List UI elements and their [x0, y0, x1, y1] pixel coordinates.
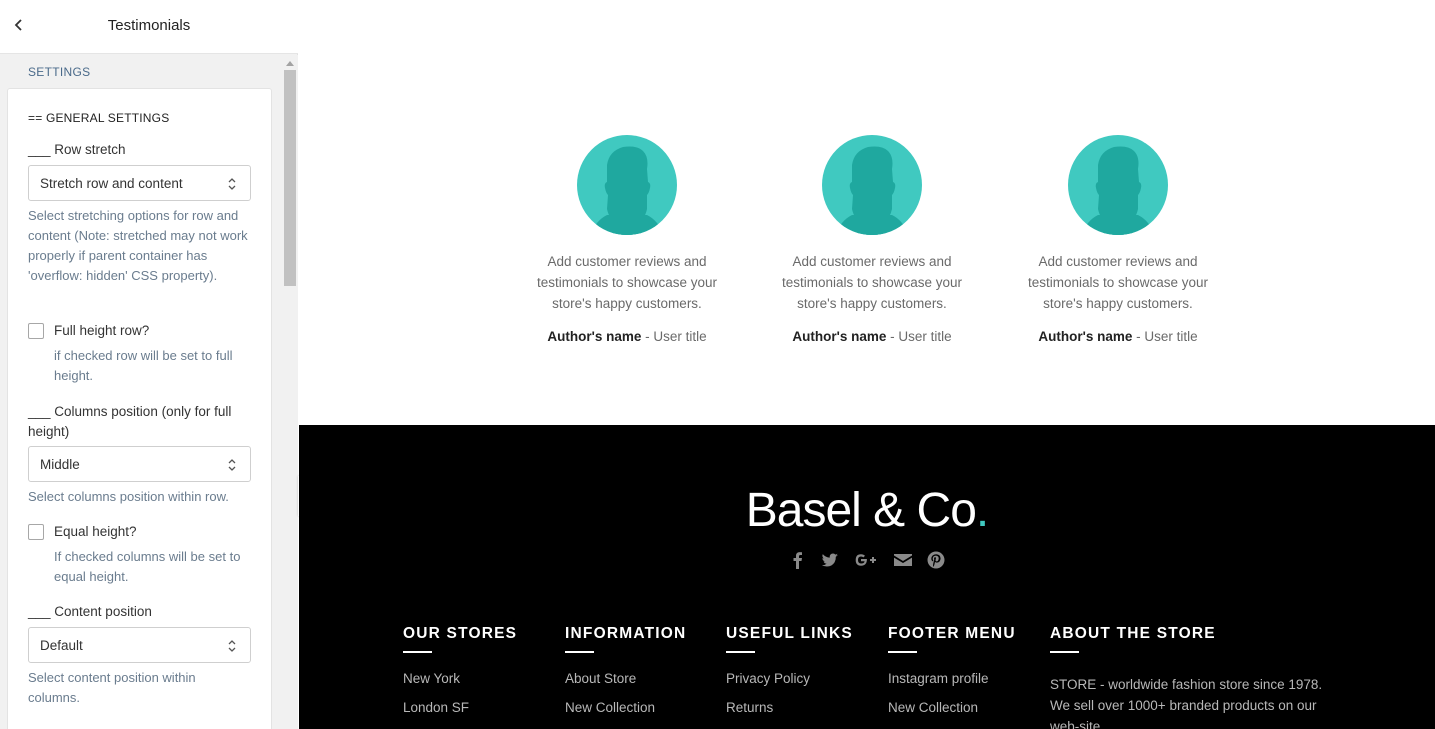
testimonial-card: Add customer reviews and testimonials to…	[522, 135, 732, 344]
footer-column-our-stores: OUR STORES New York London SF	[403, 625, 518, 715]
footer-column-title: INFORMATION	[565, 625, 687, 642]
title-underline	[565, 651, 594, 653]
brand-logo[interactable]: Basel & Co.	[299, 483, 1435, 538]
scrollbar-thumb[interactable]	[284, 70, 296, 286]
title-underline	[403, 651, 432, 653]
site-footer: Basel & Co. OUR STORES New York London S…	[299, 425, 1435, 729]
footer-column-useful-links: USEFUL LINKS Privacy Policy Returns	[726, 625, 853, 715]
columns-position-select[interactable]: Middle	[28, 446, 251, 482]
avatar	[1068, 135, 1168, 235]
title-underline	[1050, 651, 1079, 653]
row-stretch-label: ___ Row stretch	[28, 142, 126, 157]
row-stretch-help: Select stretching options for row and co…	[28, 208, 248, 283]
equal-height-help: If checked columns will be set to equal …	[54, 549, 241, 584]
title-underline	[726, 651, 755, 653]
twitter-icon[interactable]	[821, 551, 839, 569]
content-position-help: Select content position within columns.	[28, 670, 196, 705]
select-arrows-icon	[228, 639, 236, 653]
content-position-label: ___ Content position	[28, 604, 152, 619]
footer-link[interactable]: New Collection	[888, 700, 978, 715]
content-position-select[interactable]: Default	[28, 627, 251, 663]
footer-column-information: INFORMATION About Store New Collection	[565, 625, 687, 715]
preview-area: Add customer reviews and testimonials to…	[299, 0, 1435, 425]
footer-link[interactable]: New Collection	[565, 700, 655, 715]
testimonial-card: Add customer reviews and testimonials to…	[1013, 135, 1223, 344]
row-stretch-value: Stretch row and content	[40, 176, 183, 191]
footer-column-title: ABOUT THE STORE	[1050, 625, 1216, 642]
user-silhouette-icon	[591, 146, 663, 235]
google-plus-icon[interactable]	[853, 551, 879, 569]
testimonial-card: Add customer reviews and testimonials to…	[767, 135, 977, 344]
footer-column-title: FOOTER MENU	[888, 625, 1016, 642]
full-height-checkbox[interactable]	[28, 323, 44, 339]
equal-height-checkbox[interactable]	[28, 524, 44, 540]
columns-position-label: ___ Columns position (only for full heig…	[28, 404, 232, 439]
scroll-up-arrow-icon[interactable]	[286, 61, 294, 66]
about-store-text: STORE - worldwide fashion store since 19…	[1050, 677, 1323, 729]
columns-position-value: Middle	[40, 457, 80, 472]
avatar	[822, 135, 922, 235]
user-silhouette-icon	[1082, 146, 1154, 235]
footer-column-title: USEFUL LINKS	[726, 625, 853, 642]
testimonial-text: Add customer reviews and testimonials to…	[1027, 254, 1209, 311]
footer-column-about: ABOUT THE STORE STORE - worldwide fashio…	[1050, 625, 1322, 729]
social-icons	[299, 551, 1435, 569]
testimonial-text: Add customer reviews and testimonials to…	[536, 254, 718, 311]
content-position-value: Default	[40, 638, 83, 653]
general-settings-heading: == GENERAL SETTINGS	[28, 111, 170, 125]
panel-scrollbar[interactable]	[282, 55, 298, 729]
full-height-help: if checked row will be set to full heigh…	[54, 348, 233, 383]
select-arrows-icon	[228, 177, 236, 191]
section-label: SETTINGS	[28, 65, 91, 79]
footer-link[interactable]: Instagram profile	[888, 671, 989, 686]
pinterest-icon[interactable]	[927, 551, 945, 569]
full-height-label: Full height row?	[54, 323, 150, 338]
footer-link[interactable]: Returns	[726, 700, 773, 715]
select-arrows-icon	[228, 458, 236, 472]
facebook-icon[interactable]	[789, 551, 807, 569]
equal-height-label: Equal height?	[54, 524, 137, 539]
avatar	[577, 135, 677, 235]
footer-link[interactable]: About Store	[565, 671, 636, 686]
columns-position-help: Select columns position within row.	[28, 489, 229, 504]
panel-header: Testimonials	[0, 0, 298, 54]
user-silhouette-icon	[836, 146, 908, 235]
footer-column-title: OUR STORES	[403, 625, 518, 642]
testimonial-author: Author's name - User title	[792, 329, 952, 344]
settings-panel: Testimonials SETTINGS == GENERAL SETTING…	[0, 0, 298, 729]
footer-column-footer-menu: FOOTER MENU Instagram profile New Collec…	[888, 625, 1016, 715]
testimonial-author: Author's name - User title	[547, 329, 707, 344]
testimonial-text: Add customer reviews and testimonials to…	[781, 254, 963, 311]
email-icon[interactable]	[893, 551, 913, 569]
footer-link[interactable]: London SF	[403, 700, 469, 715]
general-settings-card: == GENERAL SETTINGS ___ Row stretch Stre…	[7, 88, 272, 729]
panel-title: Testimonials	[107, 17, 191, 34]
row-stretch-select[interactable]: Stretch row and content	[28, 165, 251, 201]
title-underline	[888, 651, 917, 653]
footer-link[interactable]: Privacy Policy	[726, 671, 810, 686]
testimonial-author: Author's name - User title	[1038, 329, 1198, 344]
footer-link[interactable]: New York	[403, 671, 460, 686]
